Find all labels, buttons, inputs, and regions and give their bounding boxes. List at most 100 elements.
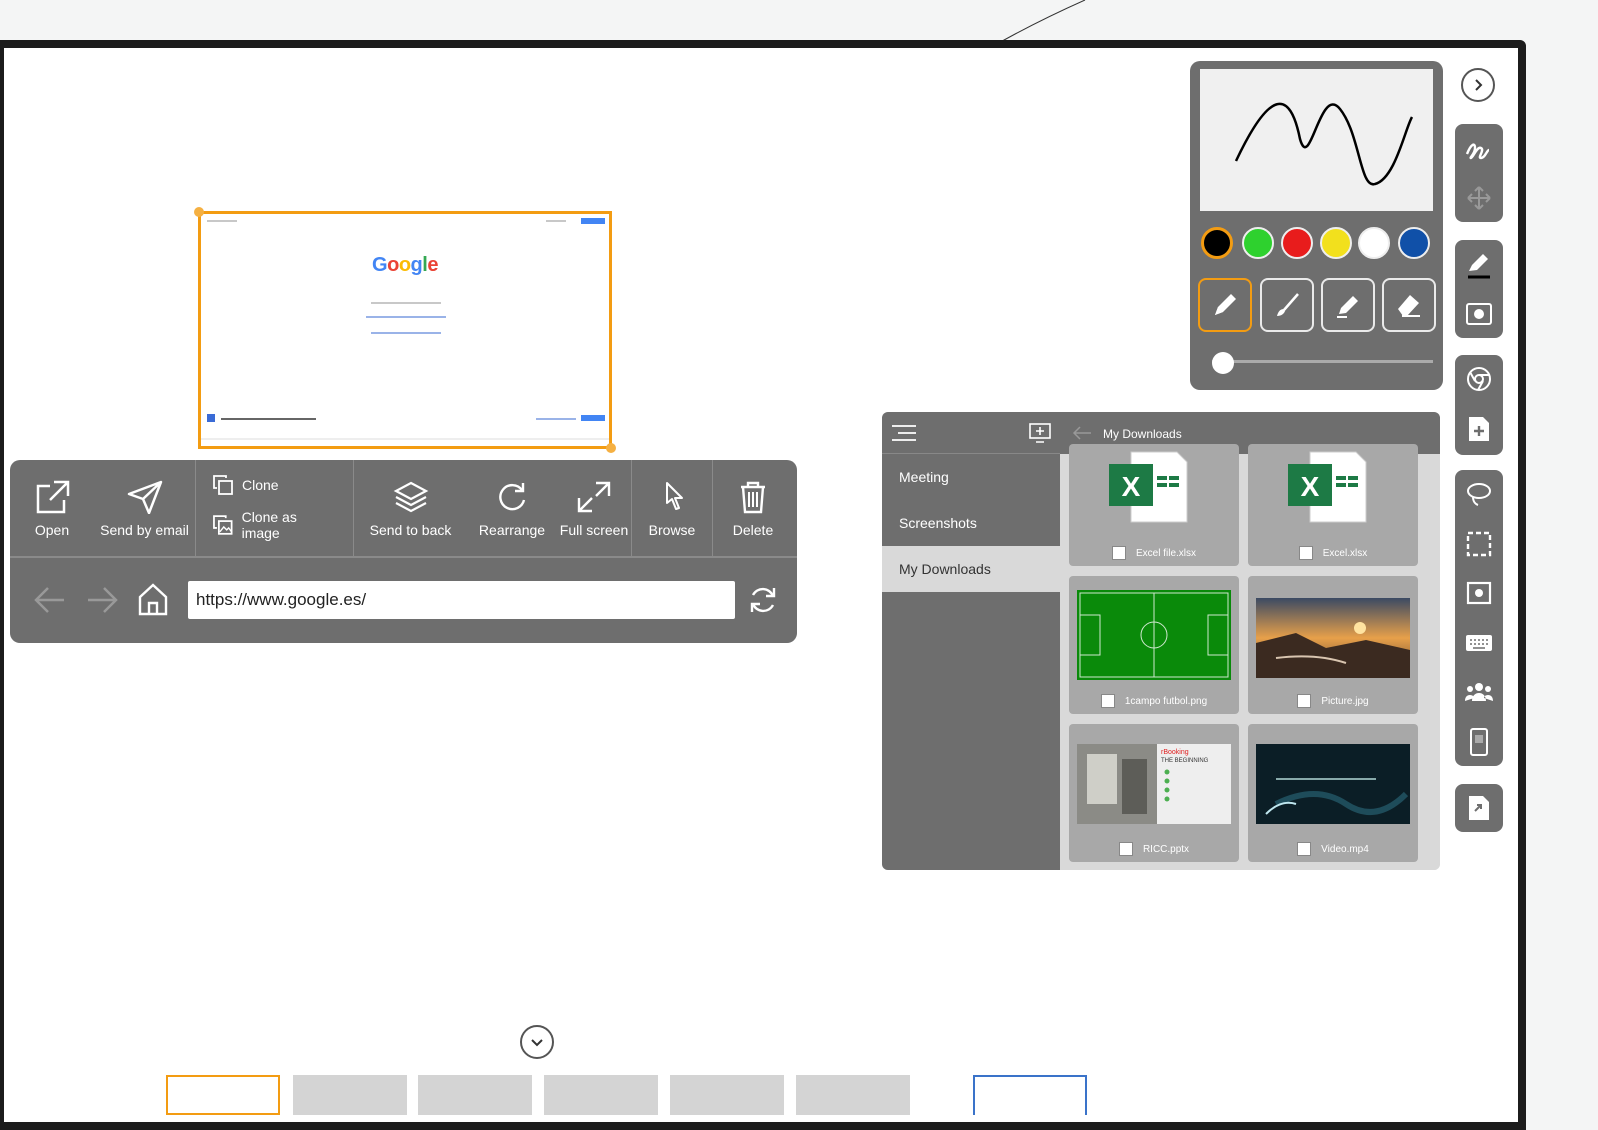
thickness-slider[interactable] — [1212, 360, 1433, 363]
pointer-icon — [666, 482, 683, 510]
file-tile[interactable]: Video.mp4 — [1248, 724, 1418, 862]
export-file-icon — [1469, 796, 1489, 820]
handwriting-icon — [1465, 143, 1490, 160]
expand-pages-button[interactable] — [520, 1025, 554, 1059]
chrome-icon — [1467, 367, 1491, 391]
menu-icon[interactable] — [890, 424, 918, 442]
home-icon[interactable] — [137, 582, 169, 616]
web-page-preview[interactable]: Google — [194, 207, 616, 453]
participants-button[interactable] — [1455, 668, 1503, 716]
page-thumbnail-active[interactable] — [166, 1075, 280, 1115]
pen-icon — [1468, 254, 1490, 279]
clone-button[interactable]: Clone — [212, 475, 337, 495]
file-tile[interactable]: rBooking THE BEGINNING RICC.pptx — [1069, 724, 1239, 862]
page-thumbnail[interactable] — [544, 1075, 658, 1115]
full-screen-button[interactable]: Full screen — [557, 460, 631, 556]
rail-group-tools — [1455, 470, 1503, 766]
palette-icon — [1466, 303, 1492, 325]
file-name: Excel.xlsx — [1322, 547, 1368, 559]
file-checkbox[interactable] — [1118, 842, 1133, 856]
chevron-down-icon — [531, 1039, 543, 1047]
file-checkbox[interactable] — [1111, 546, 1126, 560]
new-folder-icon[interactable] — [1028, 421, 1052, 443]
eraser-tool-button[interactable] — [1382, 278, 1436, 332]
highlighter-icon — [1337, 296, 1358, 318]
add-file-button[interactable] — [1455, 405, 1503, 453]
browser-button[interactable] — [1455, 355, 1503, 403]
browse-button[interactable]: Browse — [632, 460, 712, 556]
file-browser-panel: My Downloads Meeting Screenshots My Down… — [882, 412, 1440, 870]
file-checkbox[interactable] — [1297, 842, 1312, 856]
export-button[interactable] — [1455, 784, 1503, 832]
resize-handle[interactable] — [194, 207, 204, 217]
page-thumbnail[interactable] — [796, 1075, 910, 1115]
pencil-tool-button[interactable] — [1198, 278, 1252, 332]
clone-label: Clone — [242, 477, 279, 493]
phone-qr-icon — [1470, 728, 1488, 756]
lasso-icon — [1467, 483, 1491, 506]
file-name: 1campo futbol.png — [1124, 695, 1208, 707]
file-tile[interactable]: 1campo futbol.png — [1069, 576, 1239, 714]
color-yellow[interactable] — [1320, 227, 1352, 259]
select-area-button[interactable] — [1455, 520, 1503, 568]
file-grid: X Excel file.xlsx X Excel.xlsx 1campo fu… — [1060, 444, 1440, 870]
color-black[interactable] — [1201, 227, 1233, 259]
back-icon[interactable] — [1072, 426, 1092, 440]
send-to-back-button[interactable]: Send to back — [354, 460, 467, 556]
collapse-panel-button[interactable] — [1461, 68, 1495, 102]
resize-handle[interactable] — [606, 443, 616, 453]
add-page-button[interactable] — [973, 1075, 1087, 1115]
file-checkbox[interactable] — [1297, 694, 1312, 708]
file-plus-icon — [1469, 417, 1489, 441]
highlighter-tool-button[interactable] — [1321, 278, 1375, 332]
clone-as-image-button[interactable]: Clone as image — [212, 509, 337, 541]
reload-icon[interactable] — [747, 584, 779, 616]
stroke-preview — [1200, 69, 1433, 211]
open-button[interactable]: Open — [10, 460, 94, 556]
file-name: Excel file.xlsx — [1135, 547, 1196, 559]
page-thumbnail[interactable] — [670, 1075, 784, 1115]
back-arrow-icon[interactable] — [32, 584, 68, 616]
page-thumbnail[interactable] — [418, 1075, 532, 1115]
url-input[interactable]: https://www.google.es/ — [188, 581, 735, 619]
sidebar-item-screenshots[interactable]: Screenshots — [882, 500, 1060, 546]
google-logo: Google — [372, 254, 438, 276]
file-checkbox[interactable] — [1298, 546, 1313, 560]
freehand-button[interactable] — [1455, 126, 1503, 174]
move-button[interactable] — [1455, 174, 1503, 222]
rail-group-pen — [1455, 240, 1503, 338]
browse-label: Browse — [648, 522, 696, 538]
svg-text:THE BEGINNING: THE BEGINNING — [1161, 758, 1209, 764]
color-white[interactable] — [1358, 227, 1390, 259]
sidebar-item-meeting[interactable]: Meeting — [882, 454, 1060, 500]
layers-icon — [393, 481, 428, 513]
page-thumbnail[interactable] — [293, 1075, 407, 1115]
svg-text:rBooking: rBooking — [1161, 749, 1189, 756]
file-name: Picture.jpg — [1321, 695, 1369, 707]
mobile-connect-button[interactable] — [1455, 718, 1503, 766]
keyboard-button[interactable] — [1455, 619, 1503, 667]
thickness-slider-handle[interactable] — [1212, 352, 1235, 374]
file-tile[interactable]: X Excel.xlsx — [1248, 444, 1418, 566]
forward-arrow-icon[interactable] — [84, 584, 120, 616]
palette-button[interactable] — [1455, 290, 1503, 338]
color-blue[interactable] — [1398, 227, 1430, 259]
rail-group-draw — [1455, 124, 1503, 222]
object-toolbar: Open Send by email Clone Clone as image … — [10, 460, 797, 643]
sidebar-item-my-downloads[interactable]: My Downloads — [882, 546, 1060, 592]
lasso-button[interactable] — [1455, 470, 1503, 518]
brush-tool-button[interactable] — [1260, 278, 1314, 332]
rearrange-button[interactable]: Rearrange — [467, 460, 557, 556]
pen-button[interactable] — [1455, 242, 1503, 290]
file-checkbox[interactable] — [1100, 694, 1115, 708]
delete-button[interactable]: Delete — [713, 460, 793, 556]
screenshot-button[interactable] — [1455, 569, 1503, 617]
send-email-button[interactable]: Send by email — [94, 460, 195, 556]
color-red[interactable] — [1281, 227, 1313, 259]
file-tile[interactable]: Picture.jpg — [1248, 576, 1418, 714]
send-icon — [127, 480, 162, 514]
rail-group-export — [1455, 784, 1503, 832]
file-tile[interactable]: X Excel file.xlsx — [1069, 444, 1239, 566]
move-icon — [1467, 186, 1491, 210]
color-green[interactable] — [1242, 227, 1274, 259]
